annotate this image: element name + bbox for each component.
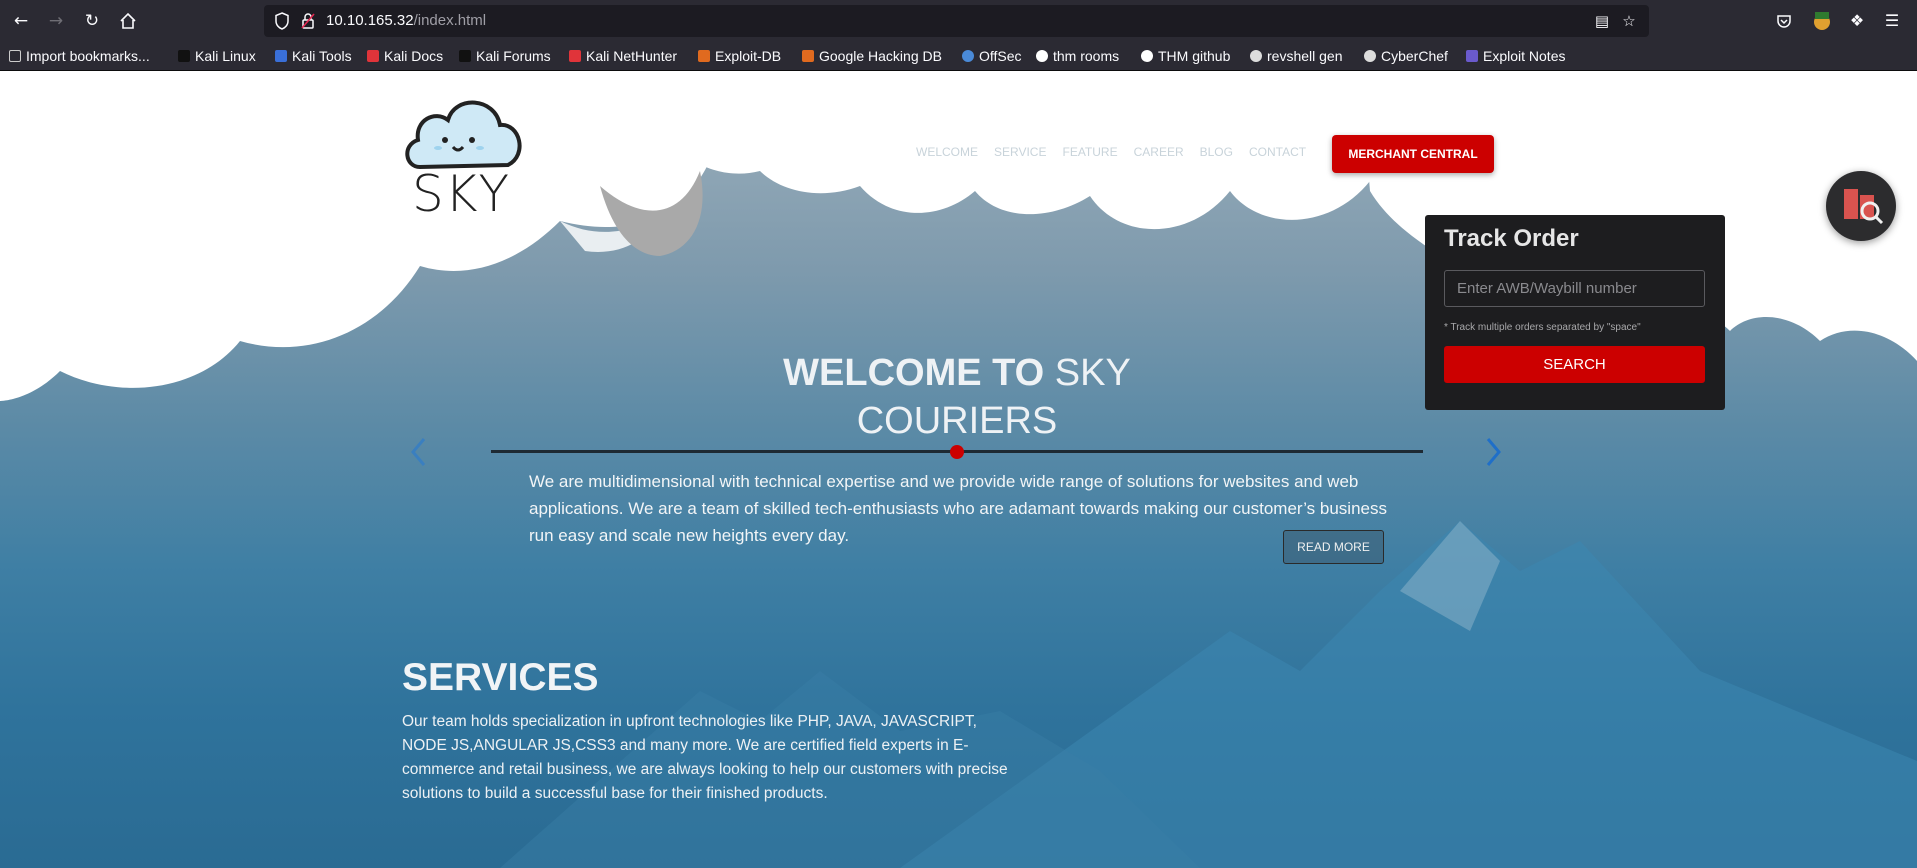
track-order-panel: Track Order * Track multiple orders sepa… <box>1425 215 1725 410</box>
hero-title-couriers: COURIERS <box>856 400 1058 442</box>
slider-indicator-dot[interactable] <box>950 445 964 459</box>
hero-title: WELCOME TO SKY COURIERS <box>640 349 1274 445</box>
chevron-left-icon[interactable] <box>408 435 430 469</box>
web-page: SKY WELCOME SERVICE FEATURE CAREER BLOG … <box>0 71 1917 868</box>
search-button[interactable]: SEARCH <box>1444 346 1705 383</box>
hero-description: We are multidimensional with technical e… <box>529 472 1387 545</box>
awb-input[interactable] <box>1444 270 1705 307</box>
exploit-db-icon <box>698 50 710 62</box>
bookmark-item[interactable]: Exploit-DB <box>698 46 781 66</box>
import-icon <box>9 50 21 62</box>
main-nav: WELCOME SERVICE FEATURE CAREER BLOG CONT… <box>916 145 1322 159</box>
kali-nethunter-icon <box>569 50 581 62</box>
hero-title-sky: SKY <box>1054 352 1131 394</box>
extensions-puzzle-icon[interactable]: ❖ <box>1845 9 1869 33</box>
insecure-lock-icon[interactable] <box>300 12 316 30</box>
pocket-icon[interactable] <box>1772 9 1796 33</box>
services-heading: SERVICES <box>402 656 599 699</box>
nav-welcome[interactable]: WELCOME <box>916 145 978 159</box>
bookmark-item[interactable]: Google Hacking DB <box>802 46 942 66</box>
bookmark-item[interactable]: Kali NetHunter <box>569 46 677 66</box>
bookmarks-bar: Import bookmarks... Kali Linux Kali Tool… <box>0 42 1917 71</box>
url-path: /index.html <box>413 12 487 29</box>
exploit-notes-icon <box>1466 50 1478 62</box>
chef-hat-icon <box>1364 50 1376 62</box>
shield-icon[interactable] <box>274 12 290 30</box>
nav-feature[interactable]: FEATURE <box>1062 145 1117 159</box>
bookmark-item[interactable]: Exploit Notes <box>1466 46 1565 66</box>
document-search-icon <box>1844 189 1884 225</box>
bookmark-item[interactable]: Kali Forums <box>459 46 551 66</box>
github-icon <box>1141 50 1153 62</box>
reload-icon[interactable]: ↻ <box>80 9 104 33</box>
home-icon[interactable] <box>116 9 140 33</box>
kali-tools-icon <box>275 50 287 62</box>
kali-icon <box>178 50 190 62</box>
kali-forums-icon <box>459 50 471 62</box>
bookmark-item[interactable]: OffSec <box>962 46 1022 66</box>
hero-title-bold: WELCOME TO <box>783 352 1045 394</box>
url-text[interactable]: 10.10.165.32/index.html <box>326 12 486 29</box>
nav-career[interactable]: CAREER <box>1134 145 1184 159</box>
menu-icon[interactable]: ☰ <box>1880 9 1904 33</box>
bookmark-item[interactable]: revshell gen <box>1250 46 1343 66</box>
track-order-title: Track Order <box>1444 225 1579 252</box>
bookmark-item[interactable]: THM github <box>1141 46 1230 66</box>
bookmark-item[interactable]: CyberChef <box>1364 46 1448 66</box>
chevron-right-icon[interactable] <box>1482 435 1504 469</box>
read-more-button[interactable]: READ MORE <box>1283 530 1384 564</box>
bookmark-item[interactable]: Kali Tools <box>275 46 352 66</box>
track-hint: * Track multiple orders separated by "sp… <box>1444 322 1641 333</box>
nav-service[interactable]: SERVICE <box>994 145 1046 159</box>
forward-icon[interactable]: → <box>44 9 68 33</box>
logo-text[interactable]: SKY <box>412 165 510 223</box>
reader-view-icon[interactable]: ▤ <box>1593 12 1611 30</box>
kali-docs-icon <box>367 50 379 62</box>
nav-contact[interactable]: CONTACT <box>1249 145 1306 159</box>
url-host: 10.10.165.32 <box>326 12 414 29</box>
floating-widget-button[interactable] <box>1826 171 1896 241</box>
services-description: Our team holds specialization in upfront… <box>402 713 1008 802</box>
bookmark-star-icon[interactable]: ☆ <box>1620 12 1638 30</box>
browser-toolbar: ← → ↻ 10.10.165.32/index.html ▤ ☆ ❖ ☰ <box>0 0 1917 42</box>
bookmark-item[interactable]: thm rooms <box>1036 46 1119 66</box>
nav-blog[interactable]: BLOG <box>1200 145 1233 159</box>
offsec-icon <box>962 50 974 62</box>
back-icon[interactable]: ← <box>9 9 33 33</box>
ghdb-icon <box>802 50 814 62</box>
merchant-central-button[interactable]: MERCHANT CENTRAL <box>1332 135 1494 173</box>
bookmark-item[interactable]: Import bookmarks... <box>9 46 150 66</box>
bookmark-item[interactable]: Kali Docs <box>367 46 443 66</box>
extension-http-icon[interactable] <box>1810 9 1834 33</box>
skull-icon <box>1250 50 1262 62</box>
url-bar[interactable]: 10.10.165.32/index.html ▤ ☆ <box>264 5 1649 37</box>
bookmark-item[interactable]: Kali Linux <box>178 46 256 66</box>
google-icon <box>1036 50 1048 62</box>
